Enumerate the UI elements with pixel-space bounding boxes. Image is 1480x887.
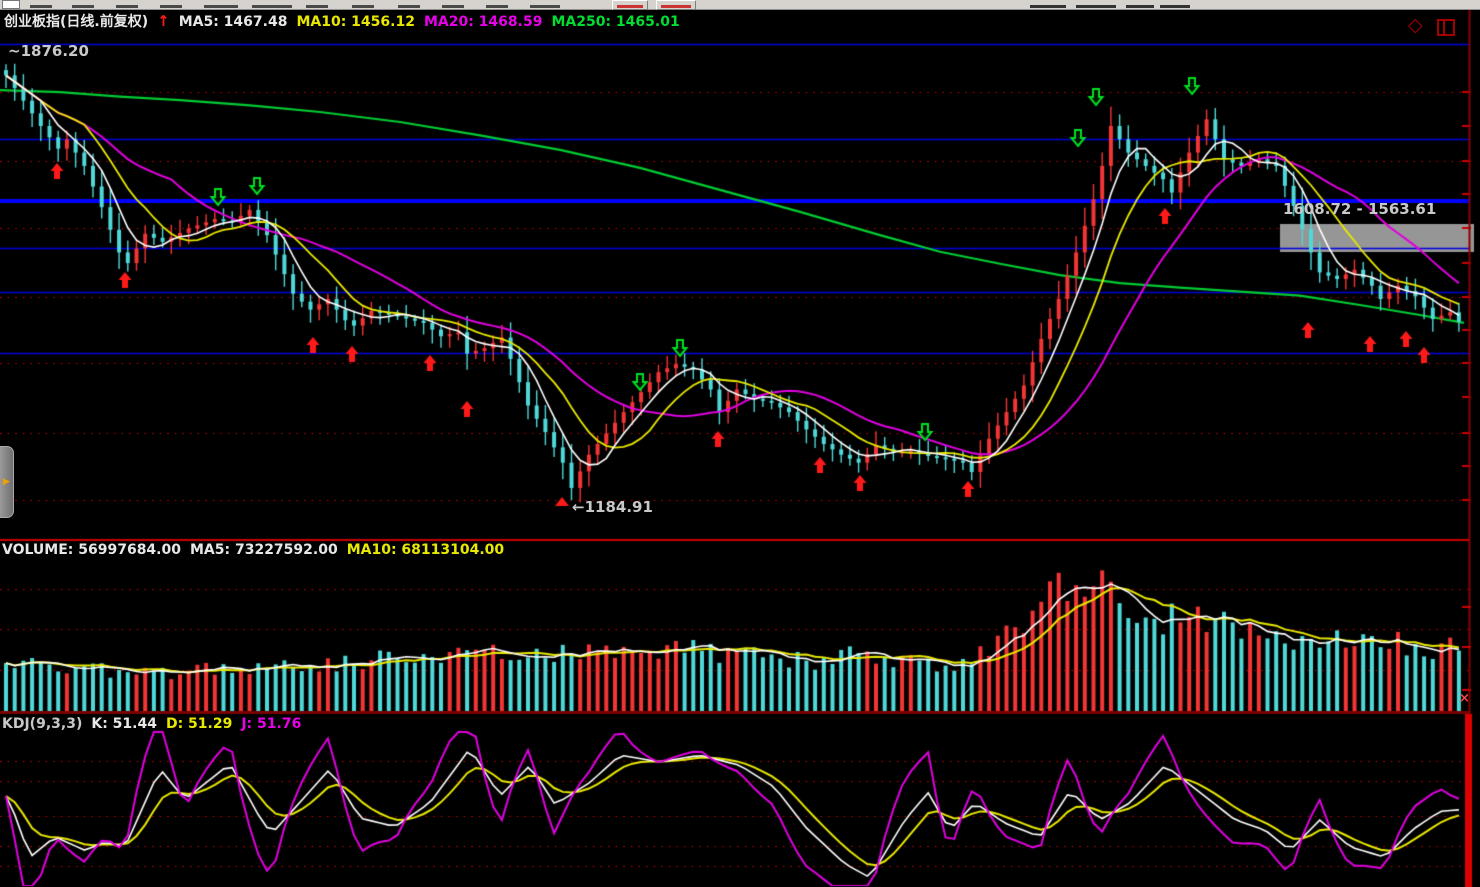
split-window-icon[interactable] bbox=[1437, 19, 1455, 36]
menu-status-fragment bbox=[1076, 5, 1116, 8]
menu-bar bbox=[0, 0, 1480, 10]
menu-item-fragment[interactable] bbox=[398, 5, 420, 8]
menu-item-fragment[interactable] bbox=[486, 5, 508, 8]
menu-status-fragment bbox=[1126, 5, 1154, 8]
kdj-title: KDJ(9,3,3) bbox=[2, 716, 82, 732]
ma20-readout: MA20: 1468.59 bbox=[424, 14, 543, 30]
menu-status-fragment bbox=[1030, 5, 1066, 8]
panel-close-icon[interactable]: × bbox=[1459, 691, 1470, 706]
trading-app-window: 创业板指(日线.前复权) ↑ MA5: 1467.48 MA10: 1456.1… bbox=[0, 0, 1480, 887]
menu-status-fragment bbox=[1160, 5, 1190, 8]
annotation-high: ~1876.20 bbox=[8, 42, 89, 60]
sidebar-expand-handle[interactable]: ▶ bbox=[0, 446, 14, 518]
menu-item-fragment[interactable] bbox=[204, 5, 238, 8]
volume-ma5-readout: MA5: 73227592.00 bbox=[190, 542, 338, 558]
ma10-readout: MA10: 1456.12 bbox=[296, 14, 415, 30]
chart-canvas[interactable] bbox=[0, 0, 1480, 887]
trend-up-arrow-icon: ↑ bbox=[157, 12, 170, 30]
kdj-d-readout: D: 51.29 bbox=[166, 716, 232, 732]
symbol-title: 创业板指(日线.前复权) bbox=[4, 11, 148, 31]
kdj-k-readout: K: 51.44 bbox=[91, 716, 157, 732]
menu-item-fragment[interactable] bbox=[442, 5, 464, 8]
menu-item-fragment[interactable] bbox=[252, 5, 292, 8]
ma250-readout: MA250: 1465.01 bbox=[551, 14, 679, 30]
menu-item-fragment[interactable] bbox=[352, 5, 374, 8]
kdj-header: KDJ(9,3,3) K: 51.44 D: 51.29 J: 51.76 bbox=[2, 716, 301, 732]
menu-item-fragment[interactable] bbox=[30, 5, 52, 8]
menu-item-fragment[interactable] bbox=[72, 5, 94, 8]
volume-ma10-readout: MA10: 68113104.00 bbox=[347, 542, 504, 558]
annotation-range: 1608.72 - 1563.61 bbox=[1283, 200, 1436, 218]
annotation-low: ←1184.91 bbox=[572, 498, 653, 516]
menu-item-fragment[interactable] bbox=[116, 5, 138, 8]
kdj-j-readout: J: 51.76 bbox=[241, 716, 301, 732]
ma5-readout: MA5: 1467.48 bbox=[179, 14, 288, 30]
menu-item-fragment[interactable] bbox=[160, 5, 182, 8]
menu-item-fragment[interactable] bbox=[530, 5, 560, 8]
volume-readout: VOLUME: 56997684.00 bbox=[2, 542, 181, 558]
main-chart-header: 创业板指(日线.前复权) ↑ MA5: 1467.48 MA10: 1456.1… bbox=[4, 11, 680, 31]
volume-header: VOLUME: 56997684.00 MA5: 73227592.00 MA1… bbox=[2, 542, 504, 558]
toolbar-button-red-1[interactable] bbox=[612, 0, 648, 10]
menu-app-icon[interactable] bbox=[2, 0, 20, 9]
menu-item-fragment[interactable] bbox=[306, 5, 328, 8]
expand-arrow-icon: ▶ bbox=[3, 477, 10, 487]
toolbar-button-red-2[interactable] bbox=[656, 0, 696, 10]
diamond-icon[interactable]: ◇ bbox=[1408, 16, 1423, 35]
